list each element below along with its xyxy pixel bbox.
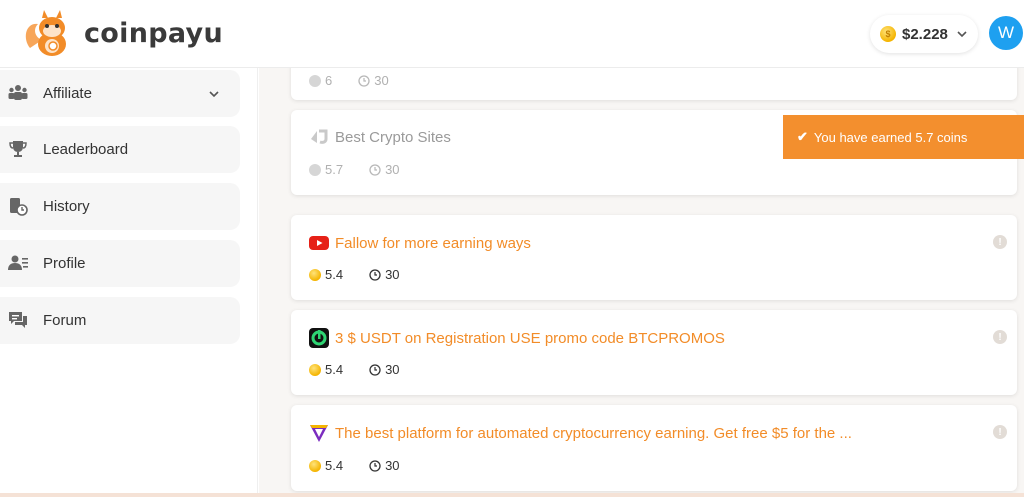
clock-icon	[369, 163, 381, 176]
duration-value: 30	[385, 362, 400, 377]
coin-icon: $	[880, 26, 896, 42]
success-toast[interactable]: ✔ You have earned 5.7 coins	[783, 115, 1024, 159]
clock-icon	[369, 268, 381, 281]
green-exchange-logo-icon	[309, 328, 329, 348]
coin-icon	[309, 163, 321, 176]
ad-title[interactable]: Fallow for more earning ways	[335, 235, 531, 252]
duration-value: 30	[385, 267, 400, 282]
best-crypto-sites-logo-icon	[311, 129, 328, 144]
sidebar-item-leaderboard[interactable]: Leaderboard	[0, 126, 240, 173]
ad-meta: 5.4 30	[309, 362, 400, 377]
ad-card[interactable]: The best platform for automated cryptocu…	[291, 405, 1017, 491]
sidebar-item-profile[interactable]: Profile	[0, 240, 240, 287]
clock-icon	[358, 74, 370, 87]
ad-card[interactable]: 3 $ USDT on Registration USE promo code …	[291, 310, 1017, 395]
bottom-strip	[0, 493, 1024, 497]
sidebar: Affiliate Leaderboard History Profile Fo…	[0, 68, 258, 497]
checkmark-icon: ✔	[797, 129, 808, 144]
sidebar-item-label: Affiliate	[43, 85, 92, 102]
toast-message: You have earned 5.7 coins	[813, 129, 968, 145]
balance-dropdown[interactable]: $ $2.228	[870, 15, 978, 53]
duration-value: 30	[385, 458, 400, 473]
brand-name[interactable]: coinpayu	[84, 18, 223, 49]
sidebar-item-forum[interactable]: Forum	[0, 297, 240, 344]
ad-meta: 5.7 30	[309, 162, 400, 177]
squirrel-logo-icon[interactable]	[22, 8, 76, 62]
sidebar-item-affiliate[interactable]: Affiliate	[0, 70, 240, 117]
ad-meta: 5.4 30	[309, 458, 400, 473]
reward-value: 5.4	[325, 458, 344, 473]
reward-value: 5.7	[325, 162, 344, 177]
chevron-down-icon	[957, 31, 967, 38]
clock-icon	[369, 459, 381, 472]
ad-title[interactable]: Best Crypto Sites	[335, 129, 451, 146]
sidebar-item-label: Forum	[43, 312, 87, 329]
duration-value: 30	[385, 162, 400, 177]
users-icon	[8, 85, 28, 100]
clock-icon	[369, 363, 381, 376]
info-icon[interactable]: !	[993, 330, 1007, 344]
ad-meta: 5.4 30	[309, 267, 400, 282]
info-icon[interactable]: !	[993, 425, 1007, 439]
coin-icon	[309, 74, 321, 87]
balance-amount: $2.228	[902, 25, 948, 43]
reward-value: 5.4	[325, 362, 344, 377]
trophy-icon	[9, 141, 27, 157]
ad-title[interactable]: The best platform for automated cryptocu…	[335, 425, 852, 442]
coin-icon	[309, 459, 321, 472]
sidebar-item-history[interactable]: History	[0, 183, 240, 230]
sidebar-item-label: Leaderboard	[43, 141, 129, 158]
info-icon[interactable]: !	[993, 235, 1007, 249]
coin-icon	[309, 363, 321, 376]
ad-title[interactable]: 3 $ USDT on Registration USE promo code …	[335, 330, 725, 347]
top-header: coinpayu $ $2.228 W	[0, 0, 1024, 68]
profile-icon	[8, 255, 28, 270]
forum-icon	[9, 312, 27, 328]
coin-icon	[309, 268, 321, 281]
ad-meta: 6 30	[309, 73, 389, 88]
ad-card[interactable]: Fallow for more earning ways ! 5.4 30	[291, 215, 1017, 300]
youtube-icon	[309, 236, 329, 250]
history-icon	[10, 198, 28, 216]
chevron-down-icon	[209, 91, 219, 98]
reward-value: 6	[325, 73, 333, 88]
purple-triangle-logo-icon	[310, 425, 328, 442]
sidebar-item-label: History	[43, 198, 90, 215]
reward-value: 5.4	[325, 267, 344, 282]
avatar[interactable]: W	[989, 16, 1023, 50]
duration-value: 30	[374, 73, 389, 88]
sidebar-item-label: Profile	[43, 255, 86, 272]
